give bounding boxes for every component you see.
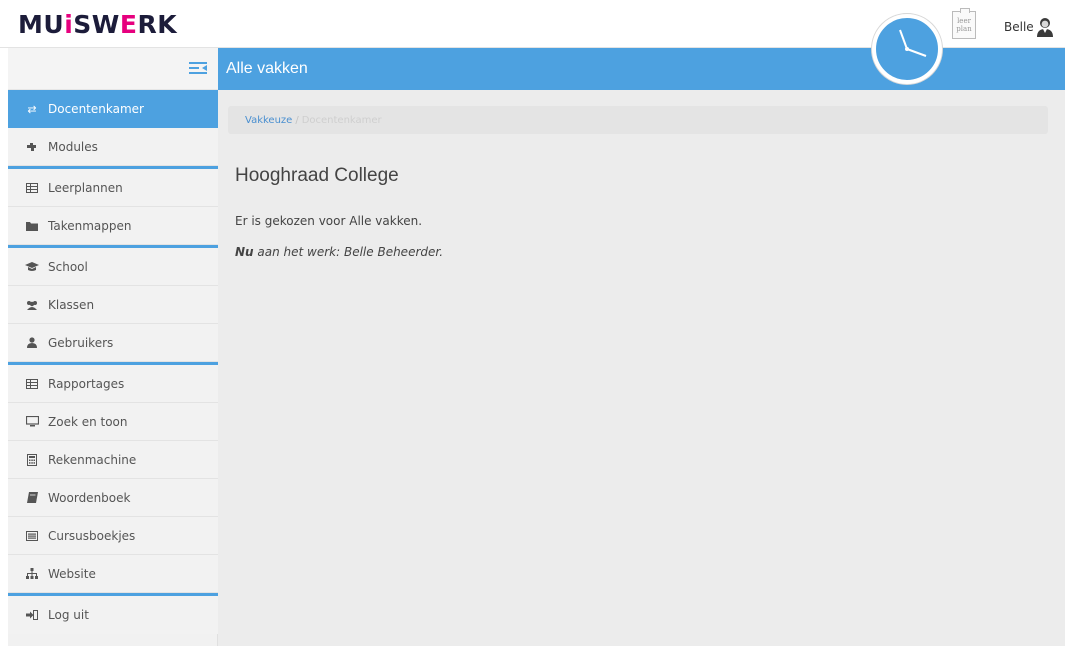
school-name: Hooghraad College bbox=[235, 165, 399, 186]
list-icon bbox=[25, 530, 39, 541]
user-avatar-icon[interactable] bbox=[1036, 17, 1054, 37]
calculator-icon bbox=[25, 453, 39, 466]
now-label: Nu bbox=[235, 245, 254, 259]
book-icon bbox=[25, 492, 39, 503]
user-name[interactable]: Belle bbox=[1004, 20, 1034, 34]
sidebar-item-zoek-en-toon[interactable]: Zoek en toon bbox=[8, 403, 218, 441]
breadcrumb-current: Docentenkamer bbox=[301, 115, 382, 126]
sidebar-item-label: Gebruikers bbox=[48, 335, 114, 350]
sidebar-item-label: Cursusboekjes bbox=[48, 528, 136, 543]
sidebar-item-rapportages[interactable]: Rapportages bbox=[8, 365, 218, 403]
muiswerk-logo[interactable]: MUiSWERK bbox=[18, 10, 177, 39]
sidebar-item-website[interactable]: Website bbox=[8, 555, 218, 593]
breadcrumb-link-vakkeuze[interactable]: Vakkeuze bbox=[245, 115, 292, 126]
sidebar-item-takenmappen[interactable]: Takenmappen bbox=[8, 207, 218, 245]
sidebar-item-klassen[interactable]: Klassen bbox=[8, 286, 218, 324]
collapse-menu-icon[interactable] bbox=[188, 59, 208, 77]
sidebar-item-docentenkamer[interactable]: ⇄ Docentenkamer bbox=[8, 90, 218, 128]
sidebar-item-label: Klassen bbox=[48, 297, 95, 312]
sidebar-item-label: Leerplannen bbox=[48, 180, 123, 195]
sidebar-item-label: Takenmappen bbox=[48, 218, 132, 233]
table-icon bbox=[25, 182, 39, 193]
sidebar-toggle-bar bbox=[8, 48, 218, 90]
user-icon bbox=[25, 337, 39, 348]
page-title: Alle vakken bbox=[226, 60, 308, 77]
sidebar-item-cursusboekjes[interactable]: Cursusboekjes bbox=[8, 517, 218, 555]
sidebar-item-leerplannen[interactable]: Leerplannen bbox=[8, 169, 218, 207]
sidebar-item-modules[interactable]: Modules bbox=[8, 128, 218, 166]
sidebar-item-label: Woordenboek bbox=[48, 490, 131, 505]
sidebar-item-label: Log uit bbox=[48, 608, 89, 622]
puzzle-icon bbox=[25, 141, 39, 153]
sidebar-item-label: Rekenmachine bbox=[48, 452, 137, 467]
clock-icon bbox=[899, 29, 927, 57]
leerplan-clipboard-icon[interactable]: leer plan bbox=[952, 8, 976, 39]
folder-icon bbox=[25, 221, 39, 231]
sidebar-item-gebruikers[interactable]: Gebruikers bbox=[8, 324, 218, 362]
current-user-rest: aan het werk: Belle Beheerder. bbox=[253, 245, 444, 259]
clock-widget bbox=[872, 14, 942, 84]
breadcrumb: Vakkeuze / Docentenkamer bbox=[228, 106, 1048, 134]
sidebar-item-log-uit[interactable]: Log uit bbox=[8, 596, 218, 634]
sidebar-item-woordenboek[interactable]: Woordenboek bbox=[8, 479, 218, 517]
sidebar-item-label: Zoek en toon bbox=[48, 414, 128, 429]
users-icon bbox=[25, 300, 39, 310]
sidebar-item-label: Docentenkamer bbox=[48, 102, 144, 116]
table-icon bbox=[25, 378, 39, 389]
sidebar-item-label: Website bbox=[48, 566, 96, 581]
sidebar-item-rekenmachine[interactable]: Rekenmachine bbox=[8, 441, 218, 479]
sidebar-item-label: Rapportages bbox=[48, 376, 125, 391]
exchange-icon: ⇄ bbox=[27, 102, 37, 116]
graduation-cap-icon bbox=[25, 261, 39, 272]
monitor-icon bbox=[25, 416, 39, 427]
sidebar: ⇄ Docentenkamer Modules Leerplannen Take… bbox=[8, 48, 218, 646]
logout-icon bbox=[25, 610, 39, 620]
breadcrumb-separator: / bbox=[295, 115, 299, 126]
sitemap-icon bbox=[25, 568, 39, 579]
sidebar-item-label: Modules bbox=[48, 139, 98, 154]
selected-subjects-text: Er is gekozen voor Alle vakken. bbox=[235, 214, 423, 228]
main-content: Vakkeuze / Docentenkamer Hooghraad College… bbox=[218, 90, 1065, 646]
sidebar-item-school[interactable]: School bbox=[8, 248, 218, 286]
current-user-text: Nu aan het werk: Belle Beheerder. bbox=[235, 245, 443, 259]
sidebar-item-label: School bbox=[48, 259, 88, 274]
